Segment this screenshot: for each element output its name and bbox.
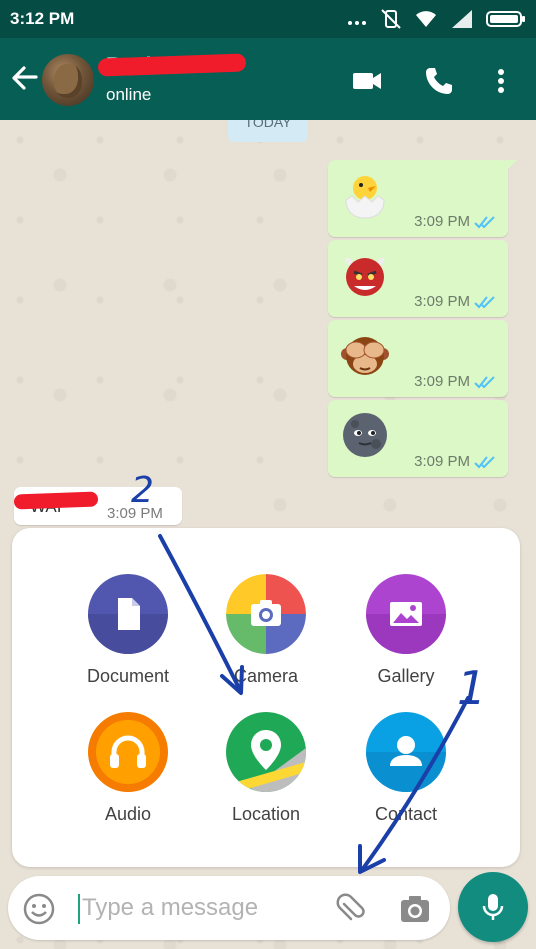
text-cursor — [78, 894, 80, 924]
contact-status: online — [106, 85, 152, 104]
headphones-icon[interactable] — [88, 712, 168, 792]
attach-label: Location — [231, 804, 301, 824]
message-time: 3:09 PM — [414, 373, 470, 390]
read-ticks-icon — [474, 375, 495, 388]
battery-icon — [486, 11, 525, 27]
signal-icon — [452, 10, 472, 28]
avatar[interactable] — [42, 54, 94, 106]
attach-document-button[interactable]: Document — [68, 574, 188, 687]
paperclip-icon[interactable] — [334, 892, 368, 926]
attach-label: Document — [86, 666, 170, 686]
redaction-mark — [13, 491, 99, 510]
vibrate-off-icon — [381, 9, 401, 29]
message-time: 3:09 PM — [414, 213, 470, 230]
map-pin-icon[interactable] — [226, 712, 306, 792]
bubble-tail — [505, 160, 517, 172]
message-time: 3:09 PM — [107, 505, 163, 522]
smiley-icon[interactable] — [22, 892, 56, 926]
attach-label: Camera — [233, 666, 299, 686]
read-ticks-icon — [474, 295, 495, 308]
attach-menu: Document Camera Gallery Audio Location C… — [12, 528, 520, 867]
status-time: 3:12 PM — [10, 9, 75, 28]
attach-label: Gallery — [377, 666, 435, 686]
attach-location-button[interactable]: Location — [206, 712, 326, 825]
more-icon[interactable] — [484, 64, 518, 98]
phone-icon[interactable] — [422, 64, 456, 98]
message-bubble-outgoing[interactable]: 3:09 PM — [328, 320, 508, 397]
back-arrow-icon[interactable] — [8, 62, 40, 94]
attach-label: Contact — [374, 804, 438, 824]
message-bubble-outgoing[interactable]: 3:09 PM — [328, 160, 508, 237]
attach-audio-button[interactable]: Audio — [68, 712, 188, 825]
read-ticks-icon — [474, 215, 495, 228]
gallery-icon[interactable] — [366, 574, 446, 654]
read-ticks-icon — [474, 455, 495, 468]
message-bubble-outgoing[interactable]: 3:09 PM — [328, 400, 508, 477]
mic-button[interactable] — [458, 872, 528, 942]
ogre-icon — [345, 257, 385, 296]
redaction-mark — [97, 53, 247, 77]
attach-camera-button[interactable]: Camera — [206, 574, 326, 687]
attach-contact-button[interactable]: Contact — [346, 712, 466, 825]
attach-gallery-button[interactable]: Gallery — [346, 574, 466, 687]
message-meta: 3:09 PM — [414, 293, 496, 310]
message-input[interactable] — [82, 890, 322, 926]
new-moon-face-icon — [343, 413, 387, 457]
message-bubble-outgoing[interactable]: 3:09 PM — [328, 240, 508, 317]
see-no-evil-monkey-icon — [341, 337, 389, 375]
status-bar: 3:12 PM — [0, 0, 536, 38]
message-meta: 3:09 PM — [414, 373, 496, 390]
message-time: 3:09 PM — [414, 453, 470, 470]
attach-label: Audio — [104, 804, 152, 824]
camera-icon[interactable] — [398, 892, 432, 926]
date-chip: TODAY — [228, 120, 308, 142]
video-call-icon[interactable] — [350, 64, 384, 98]
mic-icon — [482, 894, 504, 920]
compose-bar — [8, 876, 450, 940]
message-time: 3:09 PM — [414, 293, 470, 310]
message-meta: 3:09 PM — [414, 213, 496, 230]
status-icons — [346, 8, 526, 30]
wifi-icon — [416, 11, 436, 27]
person-icon[interactable] — [366, 712, 446, 792]
dots-icon — [348, 21, 366, 25]
hatching-chick-icon — [345, 176, 385, 219]
date-label: TODAY — [244, 120, 292, 130]
chat-header: Raul Rosso online — [0, 38, 536, 120]
document-icon[interactable] — [88, 574, 168, 654]
message-meta: 3:09 PM — [414, 453, 496, 470]
camera-icon[interactable] — [226, 574, 306, 654]
